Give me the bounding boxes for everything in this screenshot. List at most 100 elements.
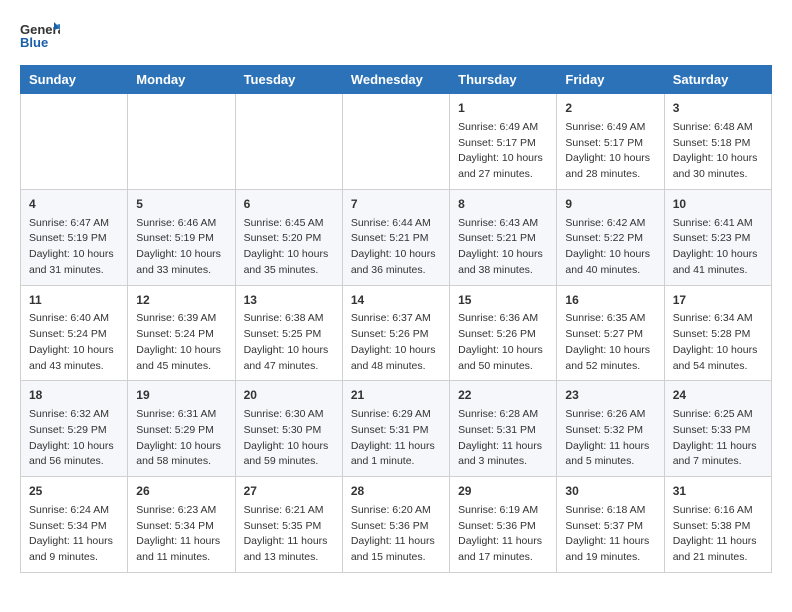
calendar-cell	[128, 94, 235, 190]
cell-content: Sunrise: 6:49 AM Sunset: 5:17 PM Dayligh…	[458, 120, 548, 183]
calendar-cell: 22 Sunrise: 6:28 AM Sunset: 5:31 PM Dayli…	[450, 381, 557, 477]
calendar-cell	[235, 94, 342, 190]
week-row: 1 Sunrise: 6:49 AM Sunset: 5:17 PM Daylig…	[21, 94, 772, 190]
date-number: 30	[565, 483, 655, 500]
date-number: 7	[351, 196, 441, 213]
cell-content: Sunrise: 6:30 AM Sunset: 5:30 PM Dayligh…	[244, 407, 334, 470]
calendar-cell: 18 Sunrise: 6:32 AM Sunset: 5:29 PM Dayli…	[21, 381, 128, 477]
date-number: 10	[673, 196, 763, 213]
cell-content: Sunrise: 6:47 AM Sunset: 5:19 PM Dayligh…	[29, 216, 119, 279]
cell-content: Sunrise: 6:25 AM Sunset: 5:33 PM Dayligh…	[673, 407, 763, 470]
cell-content: Sunrise: 6:45 AM Sunset: 5:20 PM Dayligh…	[244, 216, 334, 279]
date-number: 18	[29, 387, 119, 404]
date-number: 2	[565, 100, 655, 117]
date-number: 23	[565, 387, 655, 404]
calendar-cell: 20 Sunrise: 6:30 AM Sunset: 5:30 PM Dayli…	[235, 381, 342, 477]
date-number: 3	[673, 100, 763, 117]
calendar-cell: 9 Sunrise: 6:42 AM Sunset: 5:22 PM Daylig…	[557, 189, 664, 285]
date-number: 22	[458, 387, 548, 404]
header-day: Wednesday	[342, 66, 449, 94]
week-row: 18 Sunrise: 6:32 AM Sunset: 5:29 PM Dayli…	[21, 381, 772, 477]
cell-content: Sunrise: 6:32 AM Sunset: 5:29 PM Dayligh…	[29, 407, 119, 470]
header-day: Thursday	[450, 66, 557, 94]
cell-content: Sunrise: 6:37 AM Sunset: 5:26 PM Dayligh…	[351, 311, 441, 374]
cell-content: Sunrise: 6:29 AM Sunset: 5:31 PM Dayligh…	[351, 407, 441, 470]
calendar-cell: 1 Sunrise: 6:49 AM Sunset: 5:17 PM Daylig…	[450, 94, 557, 190]
date-number: 28	[351, 483, 441, 500]
calendar-cell: 17Sunrise: 6:34 AM Sunset: 5:28 PM Dayli…	[664, 285, 771, 381]
calendar-cell: 28 Sunrise: 6:20 AM Sunset: 5:36 PM Dayli…	[342, 477, 449, 573]
calendar-cell: 8 Sunrise: 6:43 AM Sunset: 5:21 PM Daylig…	[450, 189, 557, 285]
calendar-cell: 14Sunrise: 6:37 AM Sunset: 5:26 PM Dayli…	[342, 285, 449, 381]
calendar-cell: 25Sunrise: 6:24 AM Sunset: 5:34 PM Dayli…	[21, 477, 128, 573]
date-number: 16	[565, 292, 655, 309]
calendar-cell: 15 Sunrise: 6:36 AM Sunset: 5:26 PM Dayli…	[450, 285, 557, 381]
calendar-cell	[342, 94, 449, 190]
cell-content: Sunrise: 6:36 AM Sunset: 5:26 PM Dayligh…	[458, 311, 548, 374]
calendar-cell: 16 Sunrise: 6:35 AM Sunset: 5:27 PM Dayli…	[557, 285, 664, 381]
calendar-cell: 21 Sunrise: 6:29 AM Sunset: 5:31 PM Dayli…	[342, 381, 449, 477]
date-number: 6	[244, 196, 334, 213]
cell-content: Sunrise: 6:48 AM Sunset: 5:18 PM Dayligh…	[673, 120, 763, 183]
date-number: 15	[458, 292, 548, 309]
cell-content: Sunrise: 6:31 AM Sunset: 5:29 PM Dayligh…	[136, 407, 226, 470]
cell-content: Sunrise: 6:42 AM Sunset: 5:22 PM Dayligh…	[565, 216, 655, 279]
date-number: 9	[565, 196, 655, 213]
header-day: Tuesday	[235, 66, 342, 94]
logo-icon: General Blue	[20, 20, 60, 55]
cell-content: Sunrise: 6:49 AM Sunset: 5:17 PM Dayligh…	[565, 120, 655, 183]
date-number: 1	[458, 100, 548, 117]
calendar-cell: 19 Sunrise: 6:31 AM Sunset: 5:29 PM Dayli…	[128, 381, 235, 477]
calendar-table: SundayMondayTuesdayWednesdayThursdayFrid…	[20, 65, 772, 573]
calendar-cell: 12 Sunrise: 6:39 AM Sunset: 5:24 PM Dayli…	[128, 285, 235, 381]
calendar-cell: 30Sunrise: 6:18 AM Sunset: 5:37 PM Dayli…	[557, 477, 664, 573]
cell-content: Sunrise: 6:23 AM Sunset: 5:34 PM Dayligh…	[136, 503, 226, 566]
header-day: Monday	[128, 66, 235, 94]
page-header: General Blue	[20, 20, 772, 55]
calendar-cell: 11Sunrise: 6:40 AM Sunset: 5:24 PM Dayli…	[21, 285, 128, 381]
header-day: Friday	[557, 66, 664, 94]
header-row: SundayMondayTuesdayWednesdayThursdayFrid…	[21, 66, 772, 94]
cell-content: Sunrise: 6:28 AM Sunset: 5:31 PM Dayligh…	[458, 407, 548, 470]
cell-content: Sunrise: 6:43 AM Sunset: 5:21 PM Dayligh…	[458, 216, 548, 279]
cell-content: Sunrise: 6:20 AM Sunset: 5:36 PM Dayligh…	[351, 503, 441, 566]
week-row: 25Sunrise: 6:24 AM Sunset: 5:34 PM Dayli…	[21, 477, 772, 573]
date-number: 26	[136, 483, 226, 500]
cell-content: Sunrise: 6:39 AM Sunset: 5:24 PM Dayligh…	[136, 311, 226, 374]
calendar-cell: 2 Sunrise: 6:49 AM Sunset: 5:17 PM Daylig…	[557, 94, 664, 190]
cell-content: Sunrise: 6:44 AM Sunset: 5:21 PM Dayligh…	[351, 216, 441, 279]
cell-content: Sunrise: 6:35 AM Sunset: 5:27 PM Dayligh…	[565, 311, 655, 374]
cell-content: Sunrise: 6:24 AM Sunset: 5:34 PM Dayligh…	[29, 503, 119, 566]
date-number: 31	[673, 483, 763, 500]
date-number: 17	[673, 292, 763, 309]
week-row: 4Sunrise: 6:47 AM Sunset: 5:19 PM Daylig…	[21, 189, 772, 285]
cell-content: Sunrise: 6:19 AM Sunset: 5:36 PM Dayligh…	[458, 503, 548, 566]
calendar-cell: 27Sunrise: 6:21 AM Sunset: 5:35 PM Dayli…	[235, 477, 342, 573]
calendar-cell: 23Sunrise: 6:26 AM Sunset: 5:32 PM Dayli…	[557, 381, 664, 477]
date-number: 8	[458, 196, 548, 213]
cell-content: Sunrise: 6:16 AM Sunset: 5:38 PM Dayligh…	[673, 503, 763, 566]
date-number: 20	[244, 387, 334, 404]
calendar-cell	[21, 94, 128, 190]
calendar-cell: 10 Sunrise: 6:41 AM Sunset: 5:23 PM Dayli…	[664, 189, 771, 285]
logo: General Blue	[20, 20, 60, 55]
date-number: 29	[458, 483, 548, 500]
date-number: 12	[136, 292, 226, 309]
calendar-cell: 31 Sunrise: 6:16 AM Sunset: 5:38 PM Dayli…	[664, 477, 771, 573]
svg-text:Blue: Blue	[20, 35, 48, 50]
calendar-header: SundayMondayTuesdayWednesdayThursdayFrid…	[21, 66, 772, 94]
date-number: 5	[136, 196, 226, 213]
date-number: 19	[136, 387, 226, 404]
cell-content: Sunrise: 6:46 AM Sunset: 5:19 PM Dayligh…	[136, 216, 226, 279]
cell-content: Sunrise: 6:38 AM Sunset: 5:25 PM Dayligh…	[244, 311, 334, 374]
week-row: 11Sunrise: 6:40 AM Sunset: 5:24 PM Dayli…	[21, 285, 772, 381]
date-number: 11	[29, 292, 119, 309]
calendar-cell: 4Sunrise: 6:47 AM Sunset: 5:19 PM Daylig…	[21, 189, 128, 285]
date-number: 21	[351, 387, 441, 404]
calendar-cell: 29 Sunrise: 6:19 AM Sunset: 5:36 PM Dayli…	[450, 477, 557, 573]
cell-content: Sunrise: 6:21 AM Sunset: 5:35 PM Dayligh…	[244, 503, 334, 566]
calendar-cell: 24Sunrise: 6:25 AM Sunset: 5:33 PM Dayli…	[664, 381, 771, 477]
calendar-cell: 7 Sunrise: 6:44 AM Sunset: 5:21 PM Daylig…	[342, 189, 449, 285]
calendar-cell: 6 Sunrise: 6:45 AM Sunset: 5:20 PM Daylig…	[235, 189, 342, 285]
cell-content: Sunrise: 6:41 AM Sunset: 5:23 PM Dayligh…	[673, 216, 763, 279]
